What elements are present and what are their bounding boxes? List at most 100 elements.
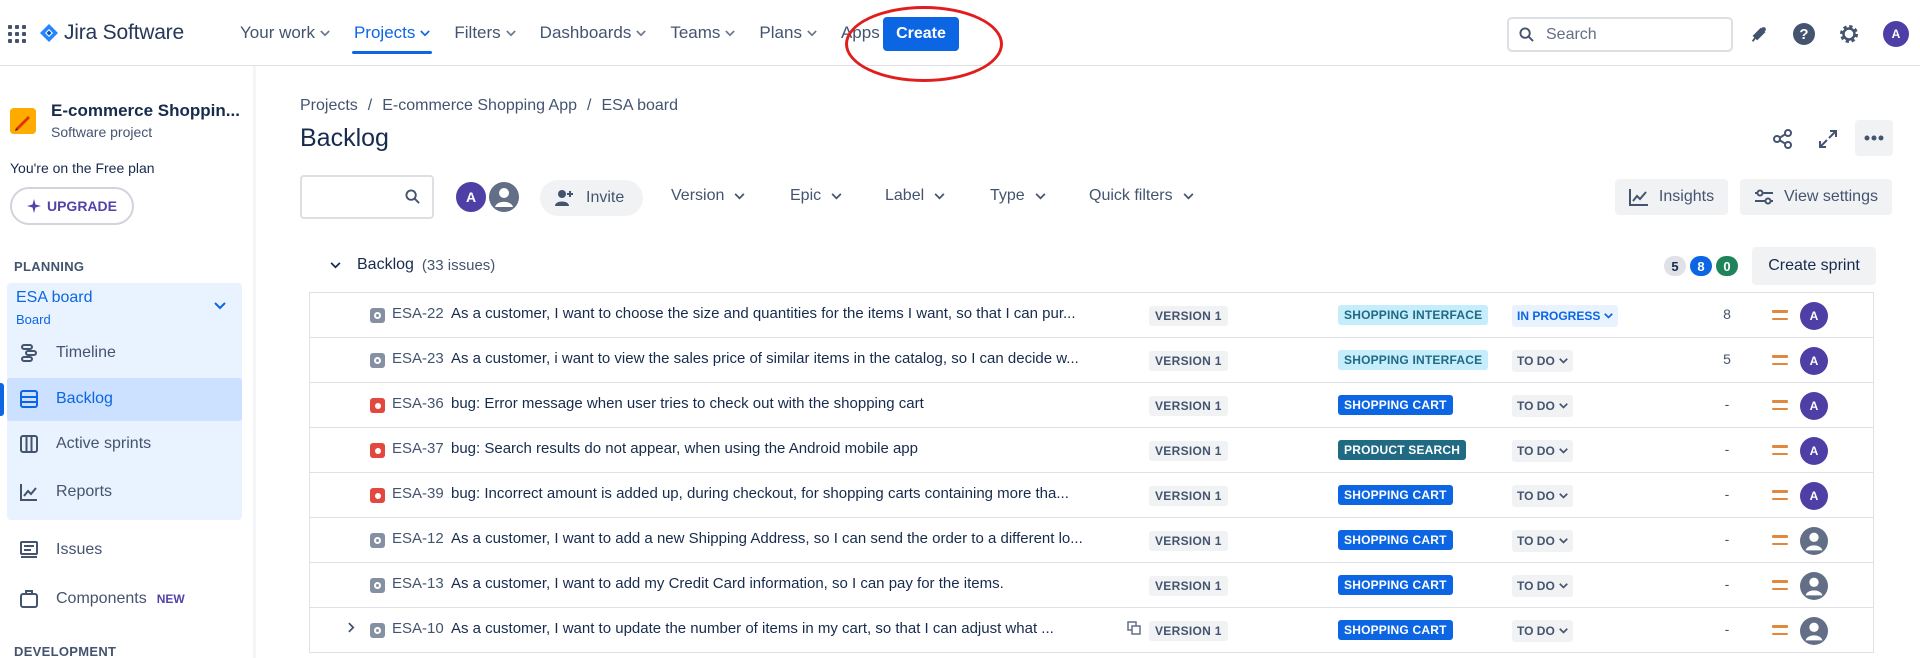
product-logo[interactable]: Jira Software [40,21,184,45]
type-filter[interactable]: Type [990,187,1046,205]
epic-lozenge[interactable]: SHOPPING CART [1338,485,1453,505]
nav-item-your-work[interactable]: Your work [228,0,342,66]
breadcrumb-board[interactable]: ESA board [601,97,678,115]
issue-row[interactable]: ESA-22 As a customer, I want to choose th… [310,293,1873,338]
epic-lozenge[interactable]: SHOPPING CART [1338,530,1453,550]
issue-row[interactable]: ESA-10 As a customer, I want to update th… [310,608,1873,653]
assignee-avatar[interactable]: A [1800,482,1828,510]
issue-key[interactable]: ESA-39 [392,485,444,502]
unassigned-avatar[interactable] [487,180,521,214]
status-dropdown[interactable]: TO DO [1512,440,1573,462]
epic-lozenge[interactable]: PRODUCT SEARCH [1338,440,1467,460]
status-dropdown[interactable]: TO DO [1512,620,1573,642]
status-dropdown[interactable]: IN PROGRESS [1512,305,1619,327]
status-dropdown[interactable]: TO DO [1512,575,1573,597]
story-points[interactable]: - [1711,396,1743,412]
epic-lozenge[interactable]: SHOPPING INTERFACE [1338,305,1489,325]
issue-key[interactable]: ESA-12 [392,530,444,547]
quick-filters[interactable]: Quick filters [1089,187,1194,205]
nav-item-filters[interactable]: Filters [442,0,527,66]
issue-row[interactable]: ESA-12 As a customer, I want to add a new… [310,518,1873,563]
sidebar-item-active-sprints[interactable]: Active sprints [18,428,238,460]
version-filter[interactable]: Version [671,187,745,205]
share-icon[interactable] [1770,126,1796,152]
issue-summary[interactable]: As a customer, I want to add my Credit C… [451,575,1156,592]
unassigned-avatar[interactable] [1800,617,1828,645]
issue-key[interactable]: ESA-10 [392,620,444,637]
story-points[interactable]: 8 [1711,306,1743,322]
sidebar-item-timeline[interactable]: Timeline [18,337,238,369]
user-avatar[interactable]: A [1883,21,1909,47]
issue-key[interactable]: ESA-13 [392,575,444,592]
story-points[interactable]: - [1711,441,1743,457]
issue-summary[interactable]: bug: Error message when user tries to ch… [451,395,1156,412]
sidebar-item-components[interactable]: Components NEW [18,583,238,615]
unassigned-avatar[interactable] [1800,527,1828,555]
project-name[interactable]: E-commerce Shoppin... [51,101,240,121]
grid-icon[interactable] [8,25,26,43]
chevron-down-icon[interactable] [214,298,226,313]
epic-lozenge[interactable]: SHOPPING CART [1338,575,1453,595]
story-points[interactable]: - [1711,621,1743,637]
story-points[interactable]: 5 [1711,351,1743,367]
issue-summary[interactable]: bug: Incorrect amount is added up, durin… [451,485,1156,502]
issue-summary[interactable]: As a customer, I want to update the numb… [451,620,1156,637]
create-button[interactable]: Create [883,17,959,51]
issue-row[interactable]: ESA-39 bug: Incorrect amount is added up,… [310,473,1873,518]
issue-key[interactable]: ESA-22 [392,305,444,322]
status-dropdown[interactable]: TO DO [1512,395,1573,417]
story-points[interactable]: - [1711,576,1743,592]
epic-lozenge[interactable]: SHOPPING CART [1338,395,1453,415]
create-sprint-button[interactable]: Create sprint [1752,247,1876,285]
filter-avatar[interactable]: A [454,180,488,214]
issue-row[interactable]: ESA-13 As a customer, I want to add my Cr… [310,563,1873,608]
issue-row[interactable]: ESA-36 bug: Error message when user tries… [310,383,1873,428]
status-dropdown[interactable]: TO DO [1512,530,1573,552]
issue-summary[interactable]: As a customer, I want to add a new Shipp… [451,530,1156,547]
breadcrumb-projects[interactable]: Projects [300,97,358,115]
board-name[interactable]: ESA board [16,289,93,307]
backlog-header[interactable]: Backlog (33 issues) [330,256,495,274]
more-actions-button[interactable] [1855,120,1893,156]
insights-button[interactable]: Insights [1615,179,1728,215]
assignee-avatar[interactable]: A [1800,437,1828,465]
backlog-search-input[interactable] [300,175,434,219]
nav-item-plans[interactable]: Plans [747,0,829,66]
story-points[interactable]: - [1711,486,1743,502]
search-input[interactable]: Search [1507,17,1733,52]
assignee-avatar[interactable]: A [1800,347,1828,375]
assignee-avatar[interactable]: A [1800,302,1828,330]
expand-icon[interactable] [1815,126,1841,152]
view-settings-button[interactable]: View settings [1740,179,1892,215]
issue-summary[interactable]: bug: Search results do not appear, when … [451,440,1156,457]
upgrade-button[interactable]: UPGRADE [10,187,134,225]
epic-lozenge[interactable]: SHOPPING INTERFACE [1338,350,1489,370]
epic-lozenge[interactable]: SHOPPING CART [1338,620,1453,640]
chevron-right-icon[interactable] [348,620,355,636]
status-dropdown[interactable]: TO DO [1512,350,1573,372]
status-dropdown[interactable]: TO DO [1512,485,1573,507]
epic-filter[interactable]: Epic [790,187,842,205]
sidebar-item-issues[interactable]: Issues [18,534,238,566]
sidebar-item-backlog[interactable]: Backlog [18,383,238,415]
issue-summary[interactable]: As a customer, I want to choose the size… [451,305,1156,322]
issue-key[interactable]: ESA-37 [392,440,444,457]
nav-item-projects[interactable]: Projects [342,0,442,66]
issue-summary[interactable]: As a customer, i want to view the sales … [451,350,1156,367]
notifications-icon[interactable] [1746,21,1772,47]
invite-button[interactable]: Invite [540,180,643,216]
settings-icon[interactable] [1836,21,1862,47]
nav-item-dashboards[interactable]: Dashboards [528,0,659,66]
unassigned-avatar[interactable] [1800,572,1828,600]
nav-item-teams[interactable]: Teams [658,0,747,66]
issue-key[interactable]: ESA-36 [392,395,444,412]
issue-key[interactable]: ESA-23 [392,350,444,367]
label-filter[interactable]: Label [885,187,945,205]
help-icon[interactable]: ? [1791,21,1817,47]
assignee-avatar[interactable]: A [1800,392,1828,420]
breadcrumb-project[interactable]: E-commerce Shopping App [382,97,577,115]
story-points[interactable]: - [1711,531,1743,547]
issue-row[interactable]: ESA-23 As a customer, i want to view the … [310,338,1873,383]
sidebar-item-reports[interactable]: Reports [18,476,238,508]
issue-row[interactable]: ESA-37 bug: Search results do not appear,… [310,428,1873,473]
